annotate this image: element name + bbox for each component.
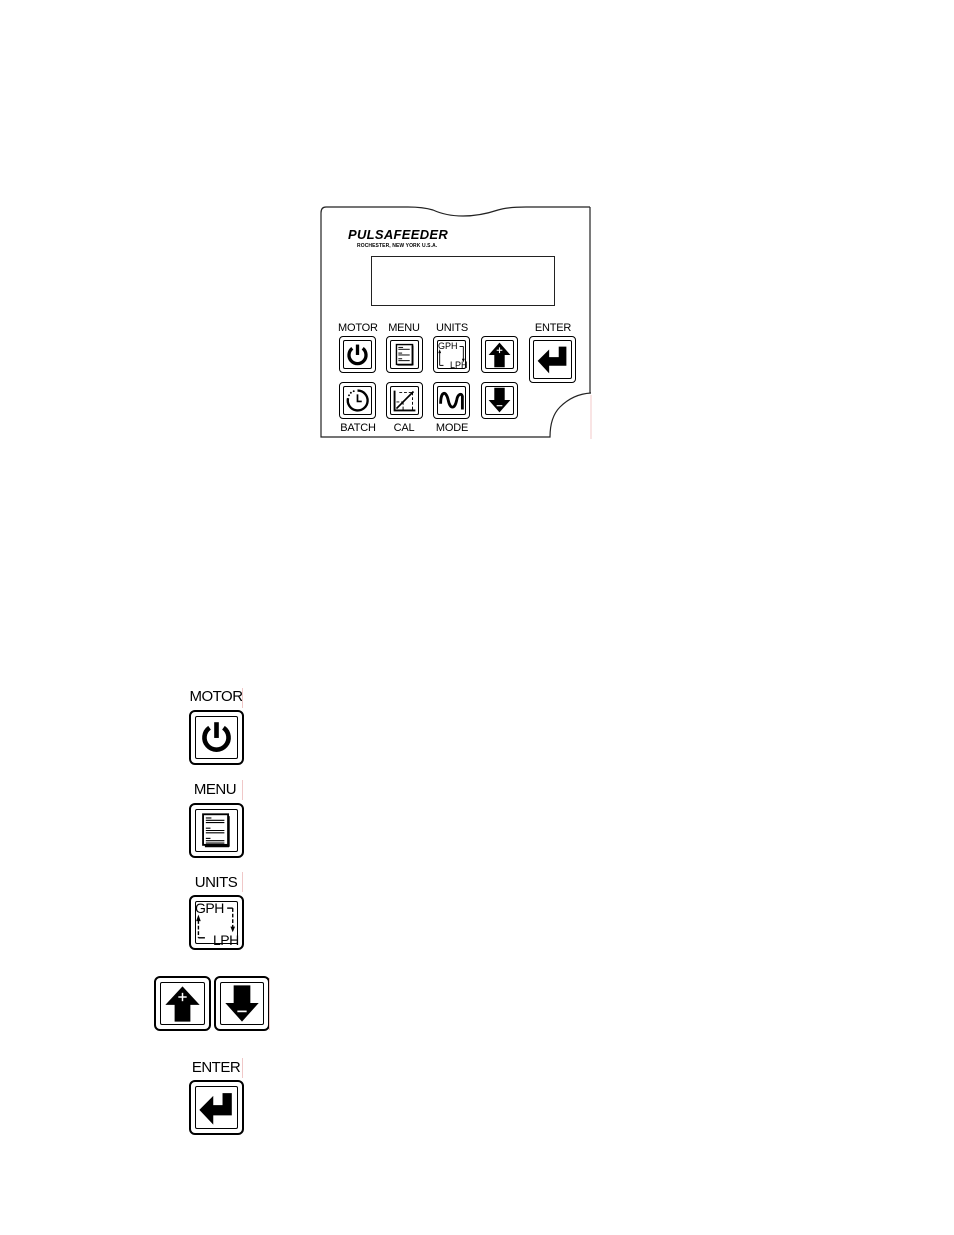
- units-key[interactable]: GPH LPH: [433, 336, 470, 373]
- legend-motor-key[interactable]: [189, 710, 244, 765]
- menu-document-icon: [202, 813, 230, 848]
- clock-timer-icon: [346, 389, 369, 412]
- units-lph-text: LPH: [450, 360, 468, 370]
- legend-units-gph-text: GPH: [195, 900, 224, 916]
- calibration-graph-icon: [393, 390, 416, 412]
- enter-return-icon: [199, 1093, 232, 1125]
- cal-key-label: CAL: [393, 422, 415, 434]
- down-key[interactable]: [481, 382, 518, 419]
- cal-key[interactable]: [386, 382, 423, 419]
- brand-location: ROCHESTER, NEW YORK U.S.A.: [357, 243, 438, 249]
- units-gph-text: GPH: [438, 341, 458, 351]
- power-icon: [347, 344, 368, 366]
- motor-key[interactable]: [339, 336, 376, 373]
- units-key-label: UNITS: [435, 322, 468, 334]
- legend-up-key[interactable]: [154, 976, 211, 1031]
- enter-key-label: ENTER: [534, 322, 572, 334]
- legend-motor-label: MOTOR: [189, 688, 243, 705]
- legend-menu-label: MENU: [193, 781, 237, 798]
- mode-key-label: MODE: [435, 422, 469, 434]
- keypad-panel: PULSAFEEDER ROCHESTER, NEW YORK U.S.A. M…: [318, 205, 594, 441]
- brand-logo: PULSAFEEDER: [348, 227, 449, 242]
- legend-enter-key[interactable]: [189, 1080, 244, 1135]
- up-arrow-plus-icon: [488, 342, 511, 368]
- menu-key[interactable]: [386, 336, 423, 373]
- legend-menu-key[interactable]: [189, 803, 244, 858]
- lcd-display: [371, 256, 555, 306]
- power-icon: [202, 722, 231, 752]
- batch-key[interactable]: [339, 382, 376, 419]
- legend-units-lph-text: LPH: [213, 932, 239, 948]
- enter-return-icon: [537, 346, 567, 374]
- down-arrow-minus-icon: [488, 387, 511, 413]
- menu-document-icon: [395, 343, 414, 366]
- menu-key-label: MENU: [388, 322, 420, 334]
- legend-down-key[interactable]: [214, 976, 270, 1031]
- legend-enter-label: ENTER: [191, 1059, 241, 1076]
- batch-key-label: BATCH: [340, 422, 376, 434]
- up-key[interactable]: [481, 336, 518, 373]
- legend-units-label: UNITS: [194, 874, 238, 891]
- up-arrow-plus-icon: [165, 986, 200, 1022]
- down-arrow-minus-icon: [225, 985, 259, 1022]
- mode-key[interactable]: [433, 382, 470, 419]
- legend-units-key[interactable]: GPH LPH: [189, 895, 244, 950]
- sine-wave-icon: [439, 391, 464, 410]
- enter-key[interactable]: [529, 336, 576, 383]
- motor-key-label: MOTOR: [338, 322, 378, 334]
